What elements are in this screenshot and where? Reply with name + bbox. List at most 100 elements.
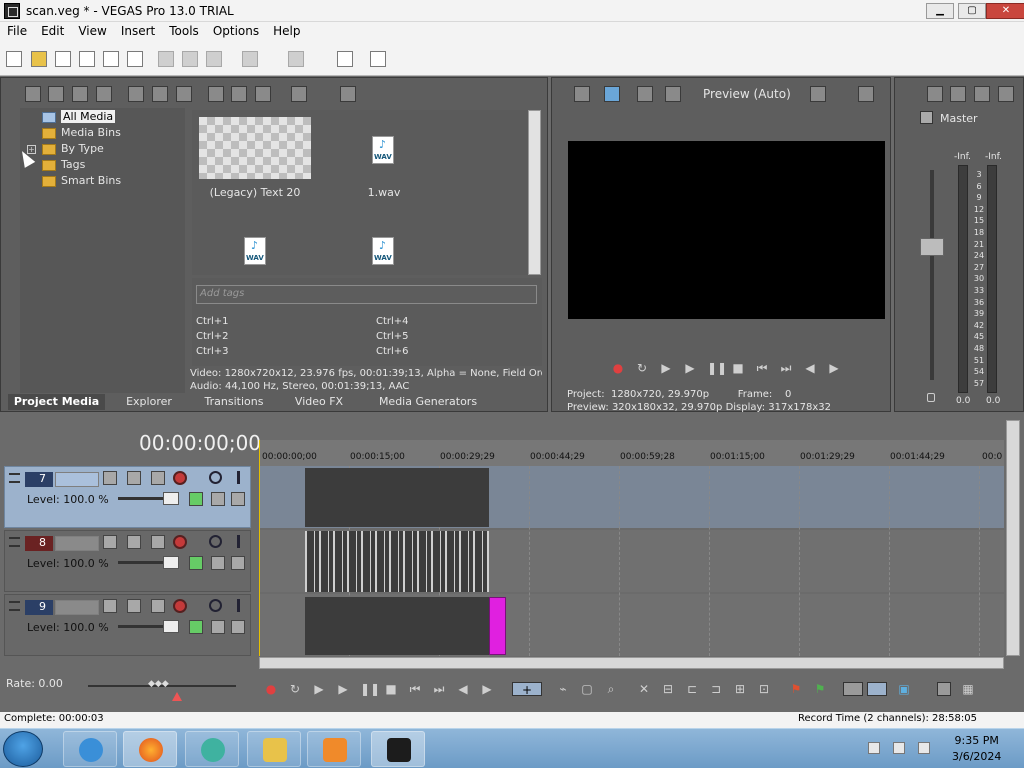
views-icon[interactable] xyxy=(291,86,307,102)
track-name-field[interactable] xyxy=(55,472,99,487)
level-slider-knob[interactable] xyxy=(163,556,179,569)
enable-snapping-icon[interactable] xyxy=(937,682,951,696)
network-icon[interactable] xyxy=(893,742,905,754)
import-media-icon[interactable] xyxy=(25,86,41,102)
cut-icon[interactable] xyxy=(158,51,174,67)
track-header-9[interactable]: 9 Level: 100.0 % xyxy=(4,594,251,656)
play-icon[interactable]: ▶ xyxy=(683,361,697,375)
vegas-app-icon[interactable] xyxy=(4,3,20,19)
taskbar-app[interactable] xyxy=(185,731,239,767)
timeline-horizontal-scrollbar[interactable] xyxy=(259,657,1004,669)
compositing-mode-icon[interactable] xyxy=(127,471,141,485)
make-compositing-parent-icon[interactable] xyxy=(231,556,245,570)
previous-frame-icon[interactable]: ◀ xyxy=(456,682,470,696)
timeline-vertical-scrollbar[interactable] xyxy=(1006,420,1020,656)
taskbar-explorer[interactable] xyxy=(247,731,301,767)
downmix-icon[interactable] xyxy=(950,86,966,102)
delete-icon[interactable]: ✕ xyxy=(637,682,651,696)
overlays-icon[interactable] xyxy=(810,86,826,102)
split-screen-icon[interactable] xyxy=(637,86,653,102)
track-minimize-icon[interactable] xyxy=(9,537,20,547)
preview-quality-dropdown[interactable]: Preview (Auto) xyxy=(703,87,791,101)
make-compositing-child-icon[interactable] xyxy=(211,556,225,570)
previous-frame-icon[interactable]: ◀ xyxy=(803,361,817,375)
trim-icon[interactable]: ⊟ xyxy=(661,682,675,696)
search-icon[interactable] xyxy=(340,86,356,102)
level-slider-knob[interactable] xyxy=(163,492,179,505)
bypass-motion-blur-icon[interactable] xyxy=(189,492,203,506)
pause-icon[interactable]: ❚❚ xyxy=(707,361,727,375)
lock-icon[interactable] xyxy=(998,86,1014,102)
next-frame-icon[interactable]: ▶ xyxy=(480,682,494,696)
play-icon[interactable]: ▶ xyxy=(336,682,350,696)
video-fx-icon[interactable] xyxy=(665,86,681,102)
level-slider-knob[interactable] xyxy=(163,620,179,633)
record-icon[interactable]: ● xyxy=(611,361,625,375)
menu-file[interactable]: File xyxy=(0,22,34,40)
master-fader[interactable] xyxy=(920,238,944,256)
open-icon[interactable] xyxy=(31,51,47,67)
expand-track-layers-icon[interactable] xyxy=(103,535,117,549)
master-properties-icon[interactable] xyxy=(927,86,943,102)
envelope-tool-icon[interactable]: ⌁ xyxy=(556,682,570,696)
normal-edit-tool-icon[interactable]: + xyxy=(512,682,542,697)
close-button[interactable]: ✕ xyxy=(986,3,1024,19)
trim-end-icon[interactable]: ⊐ xyxy=(709,682,723,696)
play-from-start-icon[interactable]: ▶ xyxy=(312,682,326,696)
playhead-cursor[interactable] xyxy=(259,440,260,656)
remove-icon[interactable] xyxy=(128,86,144,102)
properties-icon[interactable] xyxy=(127,51,143,67)
menu-help[interactable]: Help xyxy=(266,22,307,40)
expand-track-layers-icon[interactable] xyxy=(103,599,117,613)
track-fx-icon[interactable] xyxy=(173,535,187,549)
rate-slider-knob[interactable]: ◆◆◆ xyxy=(148,679,174,692)
mute-icon[interactable] xyxy=(209,599,222,612)
taskbar-media-player[interactable] xyxy=(307,731,361,767)
add-tags-input[interactable]: Add tags xyxy=(196,285,537,304)
paste-icon[interactable] xyxy=(206,51,222,67)
undo-icon[interactable] xyxy=(242,51,258,67)
play-icon[interactable] xyxy=(208,86,224,102)
make-compositing-child-icon[interactable] xyxy=(211,492,225,506)
lock-envelopes-icon[interactable]: ▦ xyxy=(961,682,975,696)
video-event-track-7[interactable] xyxy=(305,468,489,527)
media-fx-icon[interactable] xyxy=(152,86,168,102)
system-clock[interactable]: 9:35 PM 3/6/2024 xyxy=(952,733,1001,765)
render-as-icon[interactable] xyxy=(103,51,119,67)
get-media-icon[interactable] xyxy=(72,86,88,102)
track-name-field[interactable] xyxy=(55,600,99,615)
lock-event-icon[interactable]: ⊡ xyxy=(757,682,771,696)
track-name-field[interactable] xyxy=(55,536,99,551)
auto-preview-icon[interactable] xyxy=(255,86,271,102)
tree-item-media-bins[interactable]: Media Bins xyxy=(42,126,121,141)
capture-video-icon[interactable] xyxy=(48,86,64,102)
taskbar-internet-explorer[interactable] xyxy=(63,731,117,767)
stop-icon[interactable]: ■ xyxy=(731,361,745,375)
parent-motion-icon[interactable] xyxy=(151,599,165,613)
track-minimize-icon[interactable] xyxy=(9,601,20,611)
wav-file-icon[interactable]: WAV xyxy=(372,136,394,164)
refresh-icon[interactable] xyxy=(96,86,112,102)
go-to-start-icon[interactable]: ⏮ xyxy=(408,682,422,696)
menu-view[interactable]: View xyxy=(71,22,113,40)
zoom-tool-icon[interactable]: ⌕ xyxy=(604,682,618,696)
tab-media-generators[interactable]: Media Generators xyxy=(368,394,488,410)
taskbar-vegas[interactable] xyxy=(371,731,425,767)
track-header-7[interactable]: 7 Level: 100.0 % xyxy=(4,466,251,528)
tab-explorer[interactable]: Explorer xyxy=(116,394,182,410)
media-item-text-thumbnail[interactable] xyxy=(199,117,311,179)
ignore-event-grouping-icon[interactable] xyxy=(843,682,863,696)
solo-icon[interactable] xyxy=(237,535,240,548)
parent-motion-icon[interactable] xyxy=(151,535,165,549)
expand-track-layers-icon[interactable] xyxy=(103,471,117,485)
fader-lock-icon[interactable] xyxy=(927,393,935,402)
tree-item-smart-bins[interactable]: Smart Bins xyxy=(42,174,121,189)
taskbar-firefox[interactable] xyxy=(123,731,177,767)
copy-snapshot-icon[interactable] xyxy=(858,86,874,102)
make-compositing-child-icon[interactable] xyxy=(211,620,225,634)
solo-icon[interactable] xyxy=(237,599,240,612)
external-monitor-icon[interactable] xyxy=(604,86,620,102)
maximize-button[interactable]: ▢ xyxy=(958,3,986,19)
text-event-track-9[interactable] xyxy=(489,597,506,655)
solo-icon[interactable] xyxy=(237,471,240,484)
